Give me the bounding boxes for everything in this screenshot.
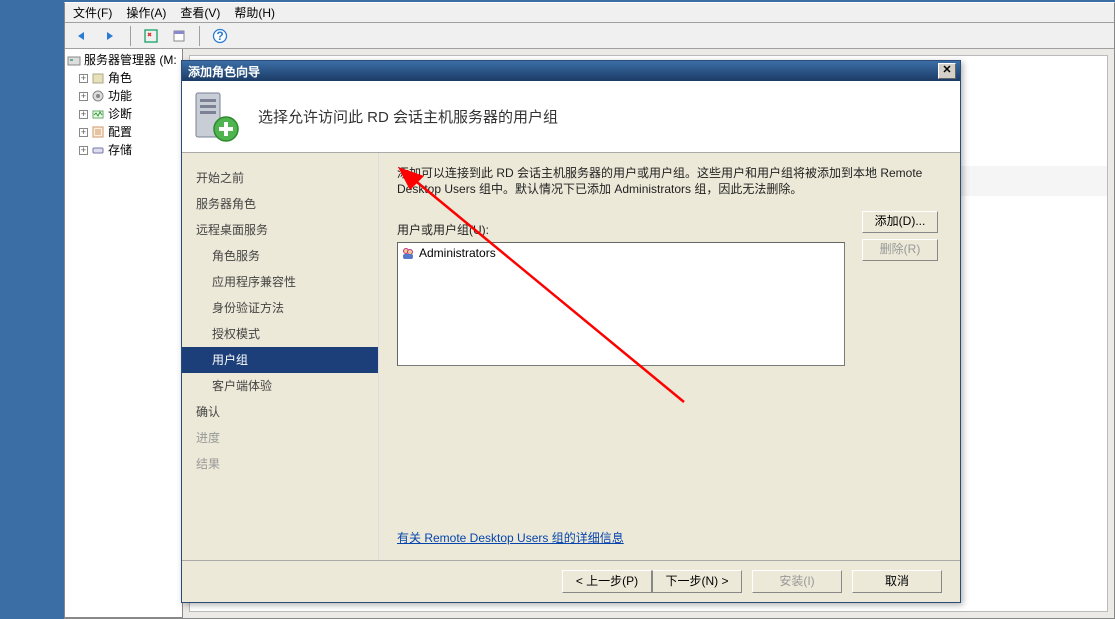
add-roles-wizard: 添加角色向导 ✕ 选择允许访问此 RD 会话主机服务器的用户组 开始之前 服务器… [181,60,961,603]
wizard-footer: < 上一步(P) 下一步(N) > 安装(I) 取消 [182,560,960,602]
menu-help[interactable]: 帮助(H) [234,3,275,22]
cancel-button[interactable]: 取消 [852,570,942,593]
list-item[interactable]: Administrators [401,246,841,260]
storage-icon [91,143,105,157]
tree-root-label: 服务器管理器 (M: [84,52,177,68]
nav-server-roles[interactable]: 服务器角色 [182,191,378,217]
nav-user-groups[interactable]: 用户组 [182,347,378,373]
remove-button: 删除(R) [862,239,938,261]
tree-node-label: 功能 [108,88,132,104]
close-button[interactable]: ✕ [938,63,956,79]
diagnostics-icon [91,107,105,121]
expand-icon[interactable]: + [79,146,88,155]
wizard-content: 添加可以连接到此 RD 会话主机服务器的用户或用户组。这些用户和用户组将被添加到… [378,153,960,560]
expand-icon[interactable]: + [79,128,88,137]
tree-node-label: 配置 [108,124,132,140]
features-icon [91,89,105,103]
toolbar: ? [65,23,1114,49]
list-item-label: Administrators [419,246,496,260]
toolbar-separator [199,26,200,46]
back-icon[interactable] [71,25,93,47]
nav-auth-method[interactable]: 身份验证方法 [182,295,378,321]
nav-rds[interactable]: 远程桌面服务 [182,217,378,243]
help-icon[interactable]: ? [209,25,231,47]
user-group-list[interactable]: Administrators [397,242,845,366]
tree-pane: 服务器管理器 (M: + 角色 + 功能 + 诊断 + 配置 [65,49,183,618]
properties-icon[interactable] [168,25,190,47]
server-icon [67,53,81,67]
svg-text:?: ? [216,29,223,43]
wizard-header: 选择允许访问此 RD 会话主机服务器的用户组 [182,81,960,153]
menu-file[interactable]: 文件(F) [73,3,112,22]
description-text: 添加可以连接到此 RD 会话主机服务器的用户或用户组。这些用户和用户组将被添加到… [397,165,938,197]
nav-before-you-begin[interactable]: 开始之前 [182,165,378,191]
show-hide-icon[interactable] [140,25,162,47]
wizard-titlebar: 添加角色向导 ✕ [182,61,960,81]
tree-node-config[interactable]: + 配置 [67,123,180,141]
install-button: 安装(I) [752,570,842,593]
expand-icon[interactable]: + [79,110,88,119]
menu-view[interactable]: 查看(V) [180,3,220,22]
tree-node-roles[interactable]: + 角色 [67,69,180,87]
wizard-header-icon [190,87,244,147]
nav-confirm[interactable]: 确认 [182,399,378,425]
tree-node-diagnostics[interactable]: + 诊断 [67,105,180,123]
config-icon [91,125,105,139]
nav-result: 结果 [182,451,378,477]
user-list-label: 用户或用户组(U): [397,221,938,238]
group-icon [401,246,415,260]
menu-action[interactable]: 操作(A) [126,3,166,22]
wizard-heading: 选择允许访问此 RD 会话主机服务器的用户组 [258,106,558,127]
tree-node-features[interactable]: + 功能 [67,87,180,105]
nav-license-mode[interactable]: 授权模式 [182,321,378,347]
nav-client-experience[interactable]: 客户端体验 [182,373,378,399]
nav-app-compat[interactable]: 应用程序兼容性 [182,269,378,295]
expand-icon[interactable]: + [79,92,88,101]
nav-role-services[interactable]: 角色服务 [182,243,378,269]
toolbar-separator [130,26,131,46]
details-link[interactable]: 有关 Remote Desktop Users 组的详细信息 [397,529,624,546]
wizard-title: 添加角色向导 [188,63,260,80]
add-button[interactable]: 添加(D)... [862,211,938,233]
forward-icon[interactable] [99,25,121,47]
tree-node-label: 存储 [108,142,132,158]
tree-root[interactable]: 服务器管理器 (M: [67,51,180,69]
tree-node-label: 角色 [108,70,132,86]
roles-icon [91,71,105,85]
next-button[interactable]: 下一步(N) > [652,570,742,593]
nav-progress: 进度 [182,425,378,451]
wizard-nav: 开始之前 服务器角色 远程桌面服务 角色服务 应用程序兼容性 身份验证方法 授权… [182,153,378,560]
previous-button[interactable]: < 上一步(P) [562,570,652,593]
menubar: 文件(F) 操作(A) 查看(V) 帮助(H) [65,3,1114,23]
tree-node-label: 诊断 [108,106,132,122]
tree-node-storage[interactable]: + 存储 [67,141,180,159]
expand-icon[interactable]: + [79,74,88,83]
